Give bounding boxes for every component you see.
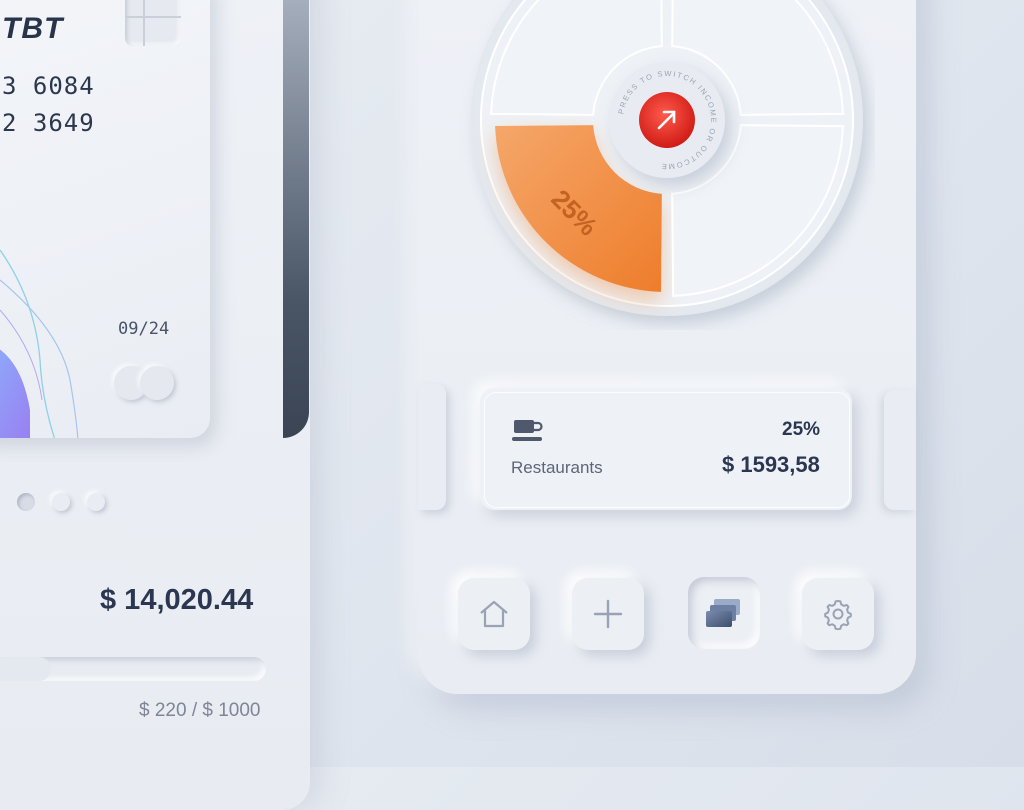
card-pager-dot[interactable] [87, 493, 105, 511]
next-category-tab[interactable] [884, 390, 916, 510]
card-expiry: 09/24 [118, 319, 170, 339]
card-number-line1: 3 6084 [2, 72, 95, 100]
card-pager-dot-active[interactable] [17, 493, 35, 511]
nav-home-button[interactable] [458, 578, 530, 650]
card-wave-decoration [0, 249, 79, 438]
limit-progress-fill [0, 657, 51, 681]
coffee-cup-icon [512, 420, 543, 441]
credit-card[interactable]: TBT 3 6084 2 3649 09/24 [0, 0, 210, 438]
nav-settings-button[interactable] [802, 578, 874, 650]
nav-add-button[interactable] [572, 578, 644, 650]
nav-cards-button[interactable] [688, 577, 760, 649]
category-amount: $ 1593,58 [722, 452, 820, 477]
gear-icon [824, 600, 852, 631]
card-brand: TBT [2, 12, 64, 45]
card-network-logo-right [140, 366, 174, 400]
category-name: Restaurants [511, 458, 603, 477]
plus-icon [593, 599, 623, 629]
total-balance: $ 14,020.44 [100, 584, 254, 616]
card-pager-dot[interactable] [52, 493, 70, 511]
limit-progress-bar [0, 657, 266, 681]
card-number-line2: 2 3649 [2, 109, 95, 137]
category-percent: 25% [782, 419, 821, 440]
category-summary-inner [484, 392, 850, 508]
limit-text: $ 220 / $ 1000 [139, 700, 261, 721]
adjacent-card-edge [283, 0, 309, 438]
spending-donut-chart: 25% PRESS TO SWITCH INCOME OR OUTCOME [471, 0, 863, 316]
prev-category-tab[interactable] [418, 384, 446, 510]
cards-icon [706, 599, 740, 627]
home-icon [480, 600, 508, 628]
card-chip-icon [125, 0, 181, 46]
